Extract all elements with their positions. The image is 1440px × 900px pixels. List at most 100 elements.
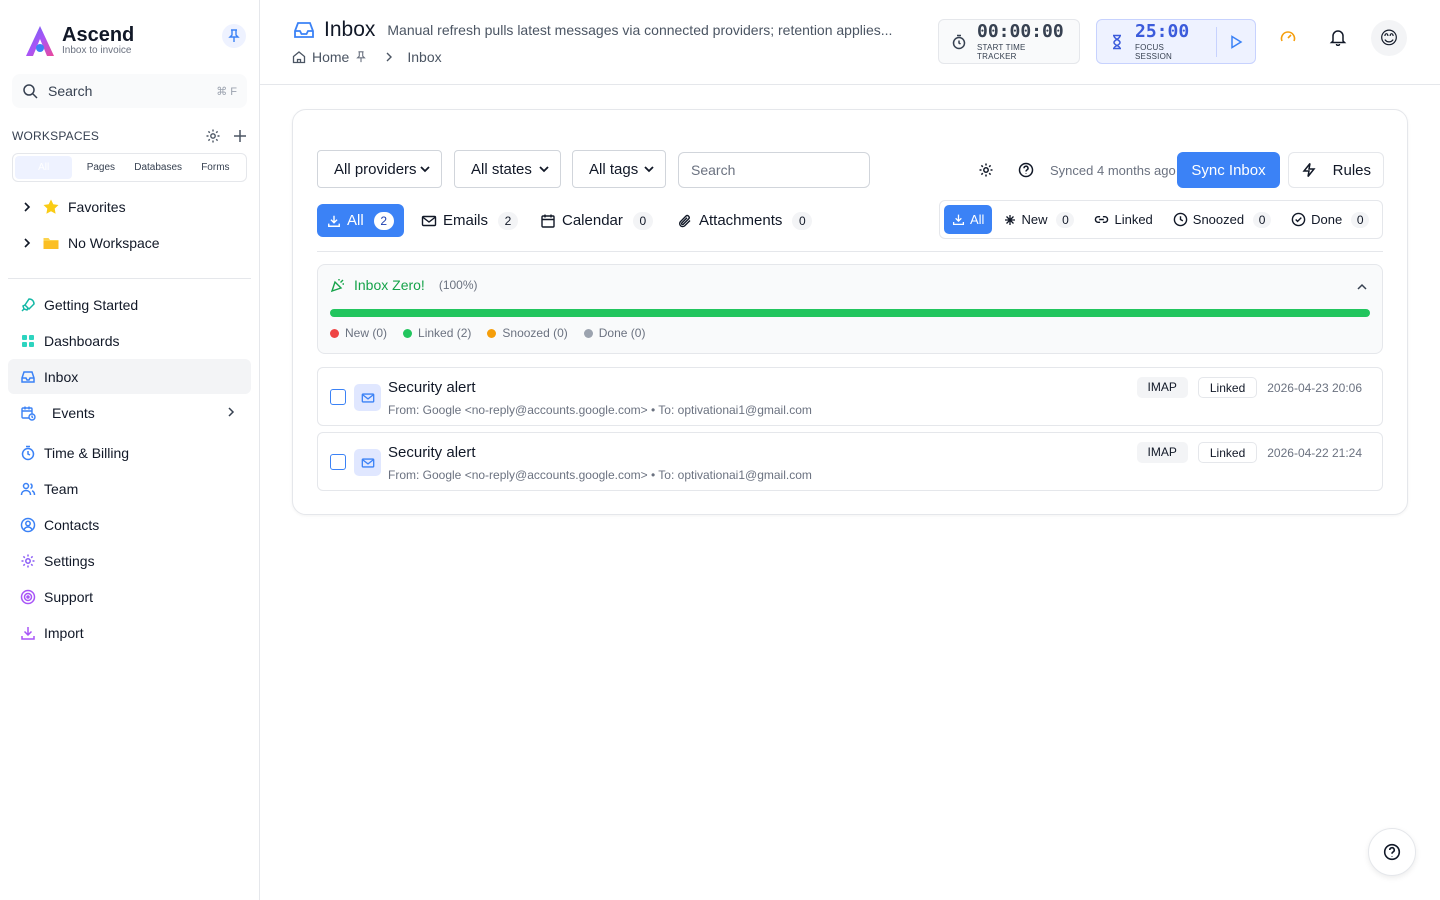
breadcrumb-home[interactable]: Home bbox=[312, 49, 349, 65]
help-circle-icon[interactable] bbox=[1018, 162, 1034, 178]
tab-attachments[interactable]: Attachments 0 bbox=[667, 204, 822, 237]
legend-label: New (0) bbox=[345, 326, 388, 340]
nav-support[interactable]: Support bbox=[8, 579, 251, 614]
status-badge: Linked bbox=[1197, 442, 1258, 463]
nav-time-billing[interactable]: Time & Billing bbox=[8, 435, 251, 470]
provider-badge: IMAP bbox=[1136, 442, 1188, 463]
message-row[interactable]: Security alert From: Google <no-reply@ac… bbox=[317, 432, 1383, 491]
workspaces-header: WORKSPACES bbox=[12, 128, 247, 144]
inbox-zero-legend: New (0) Linked (2) Snoozed (0) Done (0) bbox=[330, 326, 645, 340]
party-popper-icon bbox=[330, 277, 346, 293]
gear-icon[interactable] bbox=[978, 162, 994, 178]
state-new[interactable]: New 0 bbox=[996, 205, 1082, 234]
brand[interactable]: Ascend Inbox to invoice bbox=[24, 24, 134, 58]
sync-inbox-button[interactable]: Sync Inbox bbox=[1177, 152, 1280, 188]
legend-label: Done (0) bbox=[598, 326, 646, 340]
star-icon bbox=[42, 198, 60, 216]
clock-icon bbox=[1173, 212, 1188, 227]
state-filter: All New 0 Linked Snoozed 0 Done 0 bbox=[939, 200, 1383, 239]
nav-label: Getting Started bbox=[44, 296, 139, 313]
state-select[interactable]: All states bbox=[454, 150, 561, 188]
gear-icon[interactable] bbox=[205, 128, 221, 144]
tab-label: Attachments bbox=[699, 212, 783, 229]
segment-pages[interactable]: Pages bbox=[72, 156, 129, 179]
state-done[interactable]: Done 0 bbox=[1283, 205, 1377, 234]
inbox-zero-panel: Inbox Zero! (100%) New (0) Linked (2) Sn… bbox=[317, 264, 1383, 354]
message-row[interactable]: Security alert From: Google <no-reply@ac… bbox=[317, 367, 1383, 426]
provider-select[interactable]: All providers bbox=[317, 150, 442, 188]
state-label: Snoozed bbox=[1192, 212, 1245, 227]
state-linked[interactable]: Linked bbox=[1086, 205, 1160, 234]
legend-done: Done (0) bbox=[583, 326, 646, 340]
inbox-icon bbox=[292, 18, 316, 42]
search-icon bbox=[22, 83, 38, 99]
inbox-search-input[interactable]: Search bbox=[678, 152, 870, 188]
nav-dashboards[interactable]: Dashboards bbox=[8, 323, 251, 358]
tab-calendar[interactable]: Calendar 0 bbox=[530, 204, 663, 237]
legend-new: New (0) bbox=[330, 326, 387, 340]
bell-icon[interactable] bbox=[1329, 28, 1347, 46]
sidebar: Ascend Inbox to invoice Search ⌘ F WORKS… bbox=[0, 0, 260, 900]
status-badge: Linked bbox=[1197, 377, 1258, 398]
tab-emails[interactable]: Emails 2 bbox=[411, 204, 528, 237]
row-checkbox[interactable] bbox=[330, 389, 346, 405]
tab-label: Calendar bbox=[562, 212, 623, 229]
tab-all[interactable]: All 2 bbox=[317, 204, 404, 237]
message-subject[interactable]: Security alert bbox=[388, 444, 476, 461]
state-all[interactable]: All bbox=[944, 205, 993, 234]
chevron-up-icon[interactable] bbox=[1356, 281, 1368, 293]
inbox-card: All providers All states All tags Search… bbox=[292, 109, 1408, 515]
tree-item-label: No Workspace bbox=[68, 235, 160, 251]
pin-icon[interactable] bbox=[355, 51, 367, 63]
breadcrumb-current: Inbox bbox=[407, 49, 442, 65]
segment-databases[interactable]: Databases bbox=[130, 156, 187, 179]
nav-events[interactable]: Events bbox=[8, 395, 251, 430]
nav-getting-started[interactable]: Getting Started bbox=[8, 287, 251, 322]
row-checkbox[interactable] bbox=[330, 454, 346, 470]
play-icon[interactable] bbox=[1216, 26, 1243, 57]
message-subject[interactable]: Security alert bbox=[388, 379, 476, 396]
chevron-right-icon bbox=[225, 406, 237, 418]
sidebar-search[interactable]: Search ⌘ F bbox=[12, 74, 247, 108]
brand-tagline: Inbox to invoice bbox=[62, 45, 132, 56]
tree-item-favorites[interactable]: Favorites bbox=[20, 198, 126, 216]
avatar[interactable]: 😊 bbox=[1371, 20, 1407, 56]
focus-session-caption: FOCUS SESSION bbox=[1135, 42, 1172, 61]
calendar-icon bbox=[540, 213, 556, 229]
page-title: Inbox bbox=[324, 18, 376, 41]
plus-icon[interactable] bbox=[233, 129, 247, 143]
rules-button[interactable]: Rules bbox=[1288, 152, 1384, 188]
nav-settings[interactable]: Settings bbox=[8, 543, 251, 578]
download-icon bbox=[952, 213, 965, 226]
segment-forms[interactable]: Forms bbox=[187, 156, 244, 179]
focus-session-value: 25:00 bbox=[1135, 20, 1190, 42]
nav-inbox[interactable]: Inbox bbox=[8, 359, 251, 394]
start-time-tracker-button[interactable]: 00:00:00 START TIME TRACKER bbox=[938, 19, 1080, 64]
inbox-zero-progress bbox=[330, 309, 1370, 317]
nav-contacts[interactable]: Contacts bbox=[8, 507, 251, 542]
contact-icon bbox=[20, 517, 36, 533]
users-icon bbox=[20, 481, 36, 497]
help-button[interactable] bbox=[1368, 828, 1416, 876]
rocket-icon bbox=[20, 297, 36, 313]
state-snoozed[interactable]: Snoozed 0 bbox=[1165, 205, 1279, 234]
tree-item-no-workspace[interactable]: No Workspace bbox=[20, 234, 160, 252]
pin-sidebar-button[interactable] bbox=[222, 24, 246, 48]
message-right: IMAP Linked 2026-04-22 21:24 bbox=[1136, 442, 1362, 463]
nav-import[interactable]: Import bbox=[8, 615, 251, 650]
download-icon bbox=[327, 214, 341, 228]
help-circle-icon bbox=[1383, 843, 1401, 861]
nav-label: Inbox bbox=[44, 368, 79, 385]
provider-badge: IMAP bbox=[1136, 377, 1188, 398]
nav-label: Contacts bbox=[44, 516, 100, 533]
segment-all[interactable]: All bbox=[15, 156, 73, 179]
state-label: New bbox=[1021, 212, 1048, 227]
envelope-icon bbox=[354, 384, 381, 411]
nav-team[interactable]: Team bbox=[8, 471, 251, 506]
tag-select[interactable]: All tags bbox=[572, 150, 666, 188]
search-shortcut: ⌘ F bbox=[216, 85, 237, 98]
gauge-icon[interactable] bbox=[1279, 28, 1297, 46]
nav-label: Import bbox=[44, 624, 84, 641]
state-label: All bbox=[970, 212, 985, 227]
focus-session-widget[interactable]: 25:00 FOCUS SESSION bbox=[1096, 19, 1256, 64]
